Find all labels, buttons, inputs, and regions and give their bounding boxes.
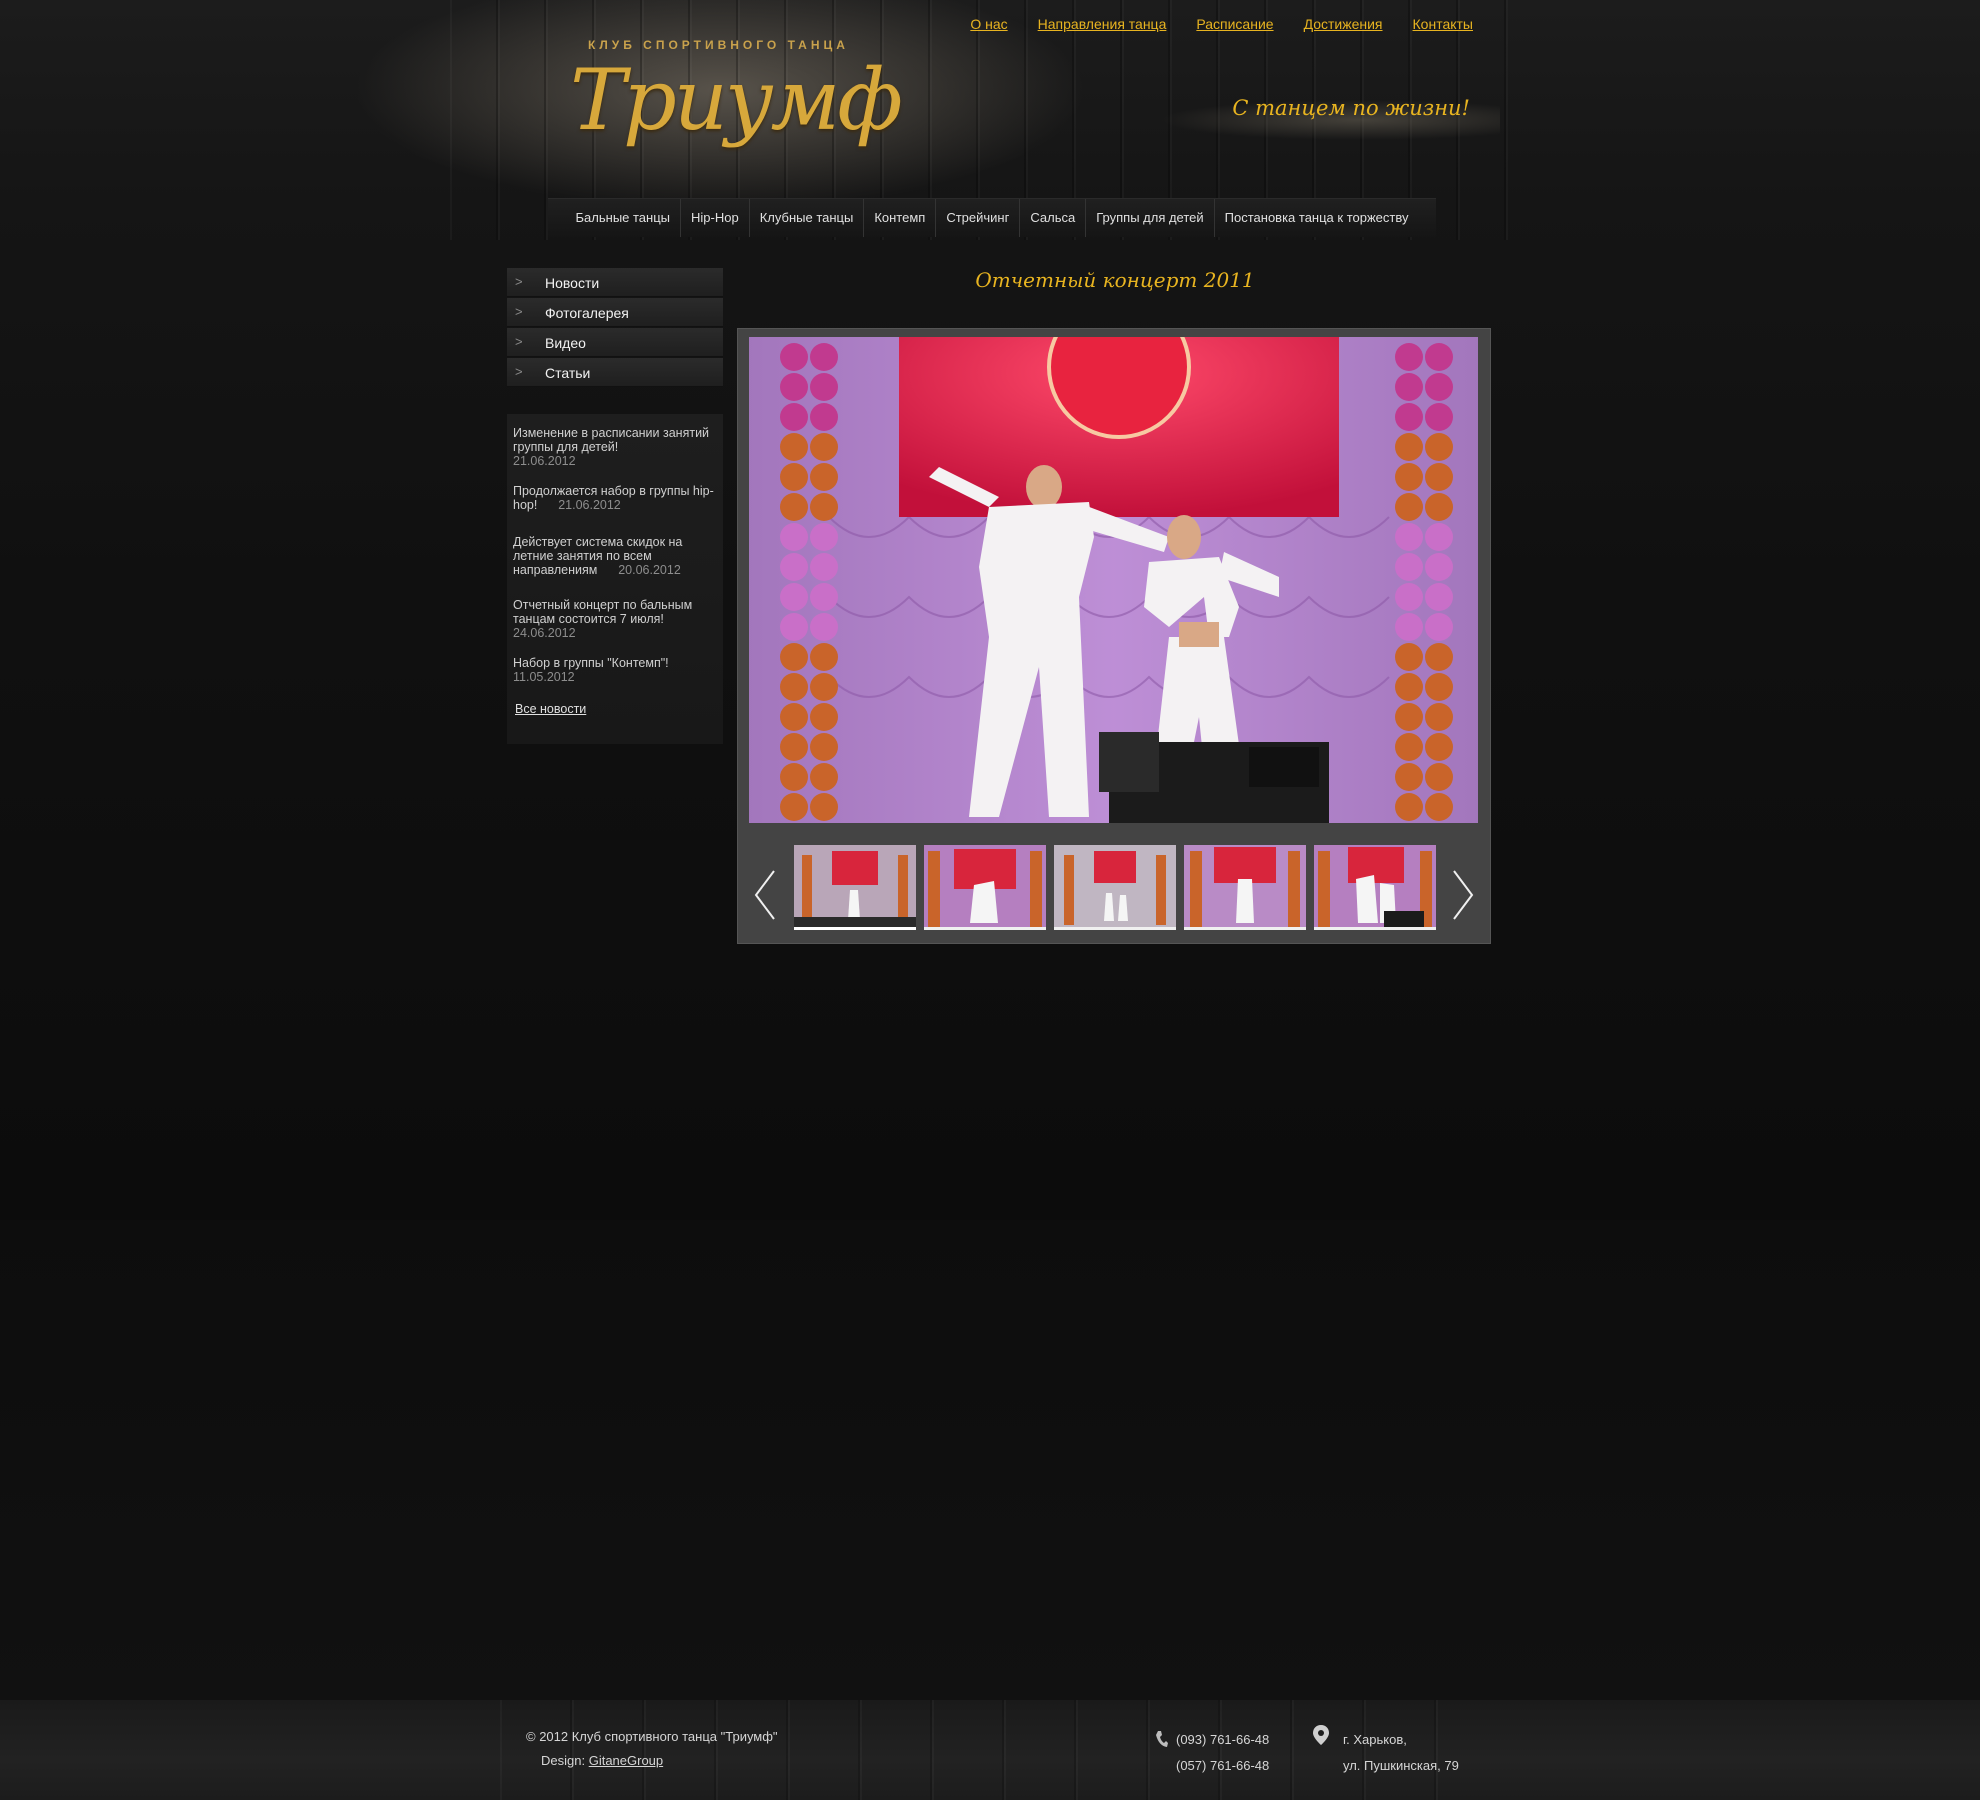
thumb-photo (1184, 845, 1306, 927)
chevron-right-icon: > (515, 304, 523, 319)
side-menu-item-articles[interactable]: > Статьи (507, 358, 723, 387)
side-menu: > Новости > Фотогалерея > Видео > Статьи (507, 268, 723, 388)
news-item[interactable]: Действует система скидок на летние занят… (513, 535, 717, 577)
top-link-about[interactable]: О нас (970, 16, 1007, 32)
nav-item-contemp[interactable]: Контемп (863, 199, 935, 237)
phone-icon (1155, 1730, 1169, 1753)
footer-design: Design: GitaneGroup (541, 1753, 663, 1768)
gallery-title: Отчетный концерт 2011 (975, 268, 1255, 292)
side-menu-label: Статьи (545, 365, 591, 381)
news-date: 11.05.2012 (513, 670, 575, 684)
nav-item-stretching[interactable]: Стрейчинг (935, 199, 1019, 237)
side-menu-label: Видео (545, 335, 586, 351)
thumb-photo (924, 845, 1046, 927)
all-news-link[interactable]: Все новости (515, 702, 586, 716)
phone-2[interactable]: (057) 761-66-48 (1176, 1753, 1269, 1779)
nav-item-salsa[interactable]: Сальса (1019, 199, 1085, 237)
news-text: Отчетный концерт по бальным танцам состо… (513, 598, 693, 626)
chevron-left-icon (754, 870, 775, 920)
main-nav: Бальные танцы Hip-Hop Клубные танцы Конт… (548, 198, 1436, 237)
phone-1[interactable]: (093) 761-66-48 (1176, 1727, 1269, 1753)
chevron-right-icon: > (515, 334, 523, 349)
top-link-achievements[interactable]: Достижения (1304, 16, 1383, 32)
side-menu-label: Фотогалерея (545, 305, 629, 321)
thumb-photo (794, 845, 916, 927)
chevron-right-icon: > (515, 364, 523, 379)
top-links: О нас Направления танца Расписание Дости… (970, 16, 1473, 32)
footer-phones: (093) 761-66-48 (057) 761-66-48 (1176, 1727, 1269, 1779)
news-item[interactable]: Изменение в расписании занятий группы дл… (513, 426, 717, 468)
side-menu-item-news[interactable]: > Новости (507, 268, 723, 297)
news-date: 21.06.2012 (558, 498, 621, 512)
design-link[interactable]: GitaneGroup (589, 1753, 663, 1768)
logo-name: Триумф (570, 51, 903, 149)
nav-item-kids[interactable]: Группы для детей (1085, 199, 1213, 237)
footer (0, 1700, 1980, 1800)
top-link-directions[interactable]: Направления танца (1038, 16, 1167, 32)
news-text: Изменение в расписании занятий группы дл… (513, 426, 710, 454)
chevron-right-icon: > (515, 274, 523, 289)
gallery-thumb[interactable] (1054, 845, 1176, 930)
nav-item-hiphop[interactable]: Hip-Hop (680, 199, 749, 237)
chevron-right-icon (1453, 870, 1474, 920)
news-item[interactable]: Набор в группы "Контемп"! 11.05.2012 (513, 656, 717, 684)
gallery-thumb[interactable] (794, 845, 916, 930)
design-label: Design: (541, 1753, 586, 1768)
location-pin-icon (1313, 1725, 1329, 1750)
side-menu-item-photos[interactable]: > Фотогалерея (507, 298, 723, 327)
site-logo[interactable]: КЛУБ СПОРТИВНОГО ТАНЦА Триумф (560, 32, 903, 162)
news-item[interactable]: Продолжается набор в группы hip-hop! 21.… (513, 484, 717, 512)
gallery-thumb[interactable] (1314, 845, 1436, 930)
news-date: 20.06.2012 (618, 563, 681, 577)
side-menu-item-video[interactable]: > Видео (507, 328, 723, 357)
top-link-contacts[interactable]: Контакты (1413, 16, 1473, 32)
news-item[interactable]: Отчетный концерт по бальным танцам состо… (513, 598, 717, 640)
top-link-schedule[interactable]: Расписание (1196, 16, 1273, 32)
thumb-photo (1314, 845, 1436, 927)
photo-gallery (737, 328, 1491, 944)
slogan: С танцем по жизни! (1232, 96, 1470, 120)
page-background (0, 1220, 1980, 1700)
address-city: г. Харьков, (1343, 1732, 1407, 1747)
gallery-prev-button[interactable] (750, 865, 780, 925)
footer-address: г. Харьков, ул. Пушкинская, 79 (1343, 1727, 1459, 1779)
nav-item-club[interactable]: Клубные танцы (748, 199, 864, 237)
side-menu-label: Новости (545, 275, 600, 291)
news-text: Набор в группы "Контемп"! (513, 656, 669, 670)
gallery-next-button[interactable] (1448, 865, 1478, 925)
concert-photo (749, 337, 1478, 823)
gallery-thumbnails (794, 845, 1436, 930)
news-block: Изменение в расписании занятий группы дл… (507, 414, 723, 744)
gallery-thumb[interactable] (924, 845, 1046, 930)
gallery-main-photo[interactable] (749, 337, 1478, 823)
nav-item-ballroom[interactable]: Бальные танцы (566, 199, 681, 237)
footer-copyright: © 2012 Клуб спортивного танца "Триумф" (526, 1729, 778, 1744)
thumb-photo (1054, 845, 1176, 927)
address-street: ул. Пушкинская, 79 (1343, 1758, 1459, 1773)
news-date: 21.06.2012 (513, 454, 576, 468)
gallery-thumb[interactable] (1184, 845, 1306, 930)
nav-item-wedding[interactable]: Постановка танца к торжеству (1213, 199, 1419, 237)
news-date: 24.06.2012 (513, 626, 576, 640)
